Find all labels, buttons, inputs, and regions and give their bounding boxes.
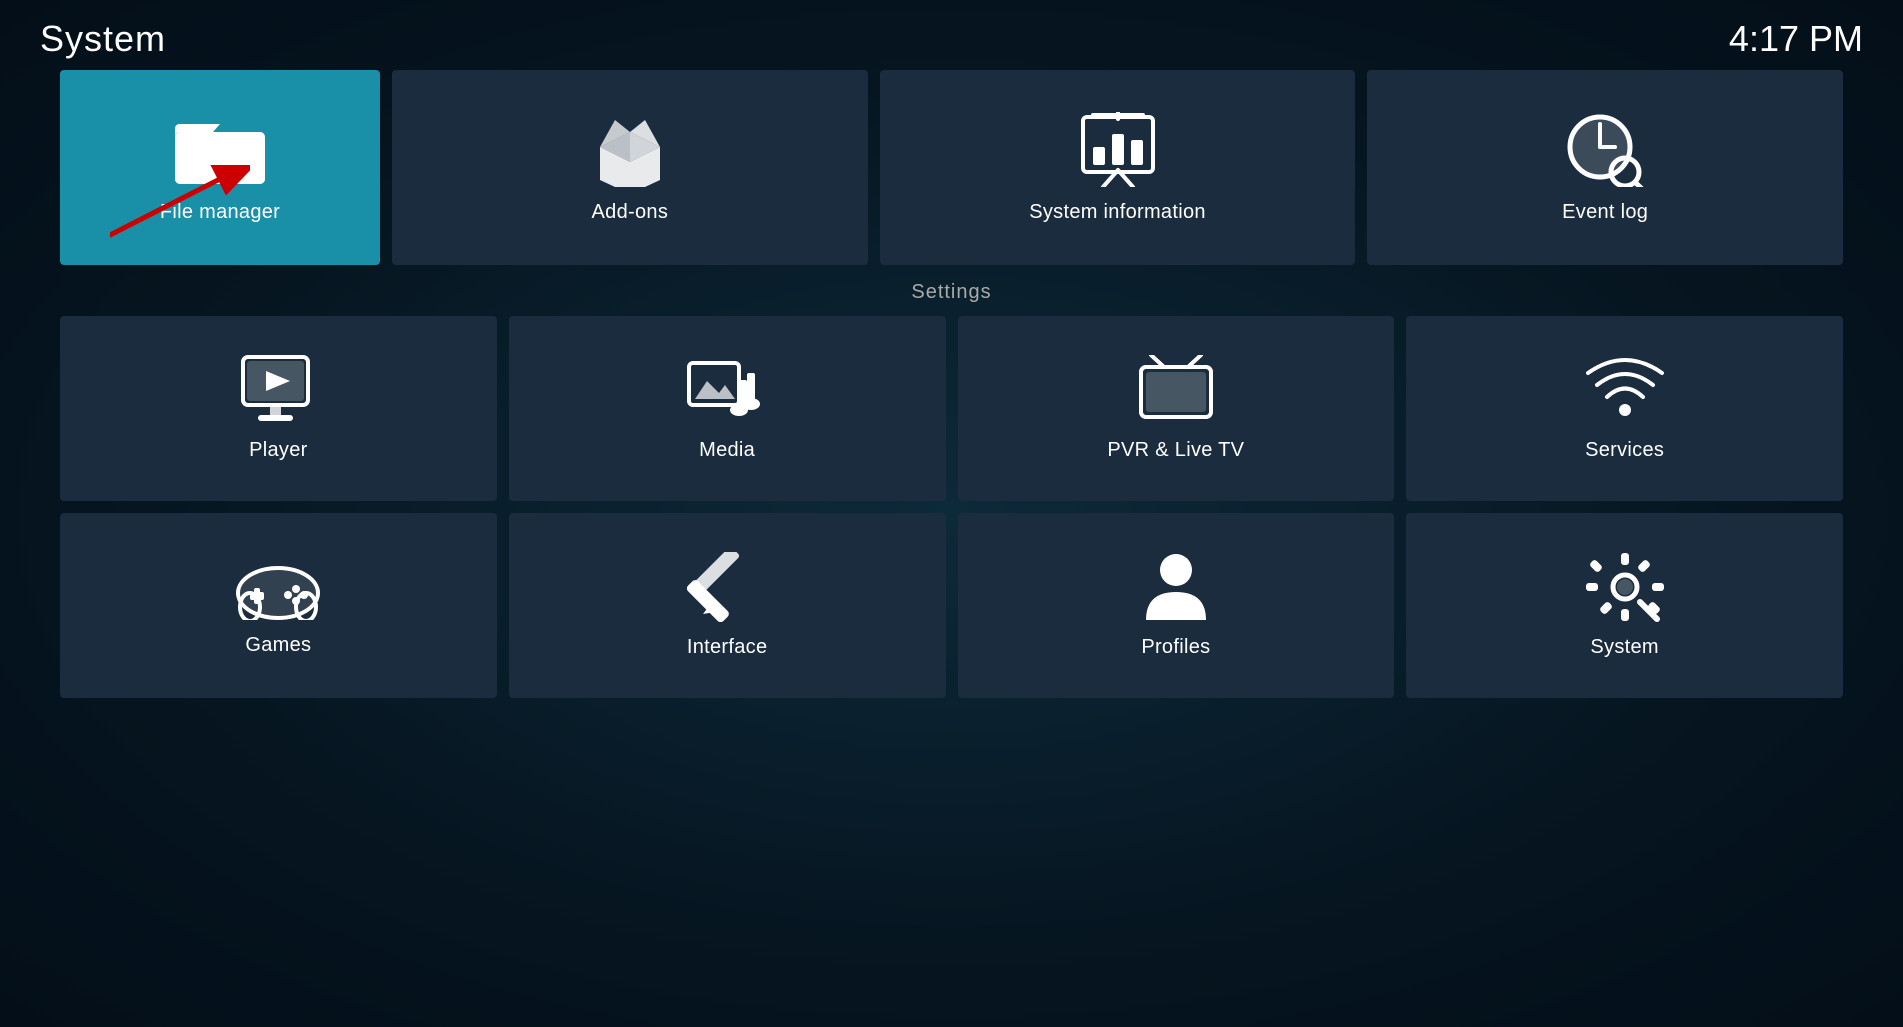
tile-event-log[interactable]: Event log [1367,70,1843,265]
tile-media[interactable]: Media [509,316,946,501]
box-icon [590,112,670,187]
tile-file-manager[interactable]: File manager [60,70,380,265]
clock-search-icon [1565,112,1645,187]
tile-services[interactable]: Services [1406,316,1843,501]
tile-games[interactable]: Games [60,513,497,698]
services-label: Services [1585,439,1664,462]
page-title: System [40,18,166,60]
tile-player[interactable]: Player [60,316,497,501]
settings-section: Settings [60,281,1843,698]
profiles-icon [1136,552,1216,622]
file-manager-label: File manager [160,201,280,224]
tile-system-information[interactable]: System information [880,70,1356,265]
tv-icon [1136,355,1216,425]
top-row: File manager Add-ons [60,70,1843,265]
player-icon [238,355,318,425]
system-information-label: System information [1029,201,1206,224]
chart-icon [1078,112,1158,187]
pvr-live-tv-label: PVR & Live TV [1107,439,1244,462]
interface-icon [687,552,767,622]
tile-pvr-live-tv[interactable]: PVR & Live TV [958,316,1395,501]
player-label: Player [249,439,308,462]
gamepad-icon [236,555,321,620]
tile-add-ons[interactable]: Add-ons [392,70,868,265]
event-log-label: Event log [1562,201,1648,224]
media-icon [687,355,767,425]
system-icon [1585,552,1665,622]
settings-label: Settings [60,281,1843,304]
profiles-label: Profiles [1141,636,1210,659]
services-icon [1585,355,1665,425]
games-label: Games [245,634,311,657]
media-label: Media [699,439,755,462]
tile-system[interactable]: System [1406,513,1843,698]
tile-interface[interactable]: Interface [509,513,946,698]
interface-label: Interface [687,636,768,659]
system-label: System [1590,636,1658,659]
tile-profiles[interactable]: Profiles [958,513,1395,698]
folder-icon [175,112,265,187]
add-ons-label: Add-ons [592,201,669,224]
clock: 4:17 PM [1729,18,1863,60]
settings-grid: Player Media [60,316,1843,698]
